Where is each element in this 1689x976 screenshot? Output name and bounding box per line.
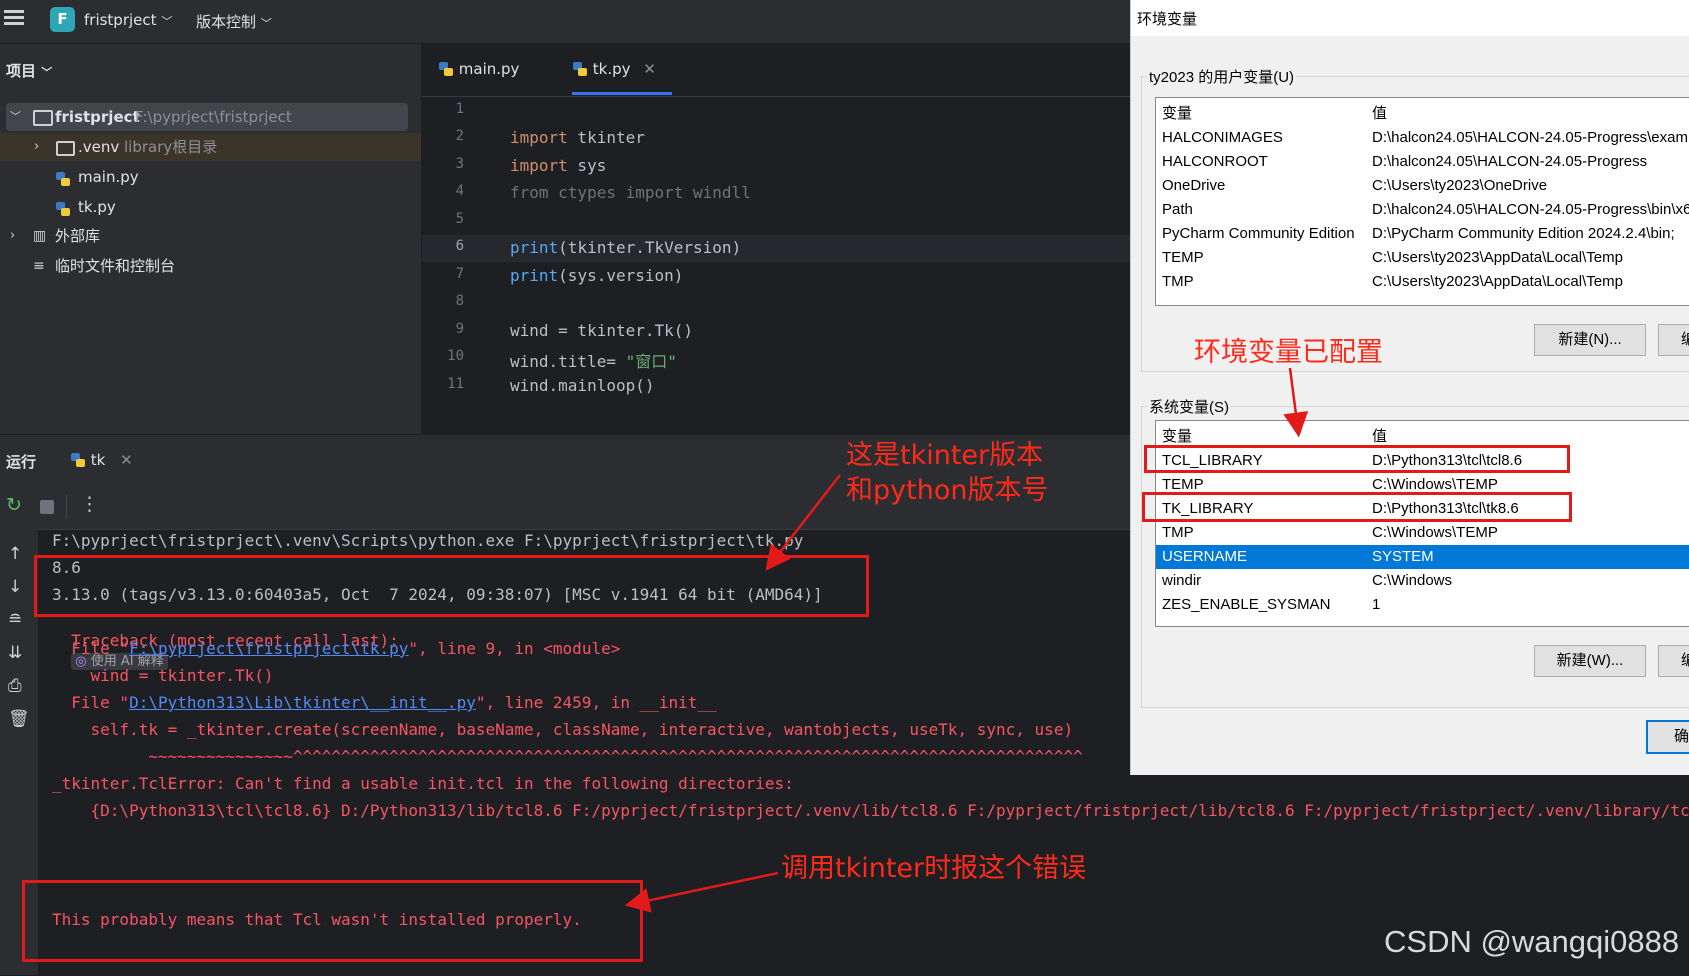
arrow-to-env-vars xyxy=(1283,367,1309,438)
arrow-to-versions xyxy=(765,474,841,571)
watermark: CSDN @wangqi0888 xyxy=(1384,924,1680,959)
arrow-to-error xyxy=(624,871,779,913)
annotation-arrows xyxy=(624,367,1309,913)
